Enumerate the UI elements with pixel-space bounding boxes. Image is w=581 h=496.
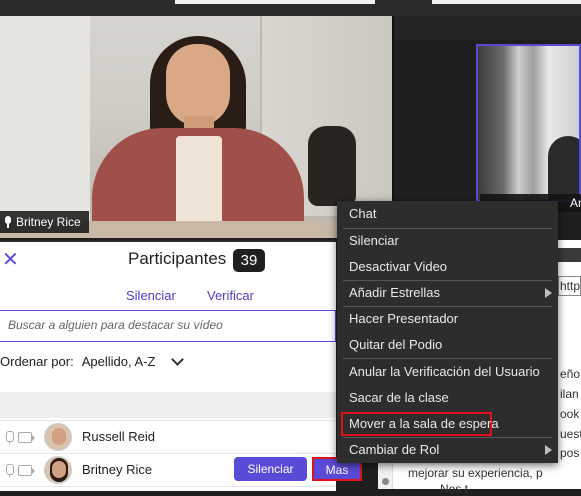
- document-text-line: Nos t: [440, 482, 469, 496]
- participant-count-badge: 39: [233, 249, 265, 272]
- menu-item-chat[interactable]: Chat: [337, 201, 558, 227]
- mute-all-link[interactable]: Silenciar: [126, 288, 176, 303]
- menu-item-remove-from-podium[interactable]: Quitar del Podio: [337, 332, 558, 358]
- camera-icon: [18, 465, 35, 476]
- document-text-line: eño: [560, 367, 581, 381]
- list-item[interactable]: Russell Reid: [0, 420, 336, 452]
- menu-item-add-stars[interactable]: Añadir Estrellas: [337, 280, 558, 306]
- participant-context-menu: Chat Silenciar Desactivar Video Añadir E…: [337, 201, 558, 463]
- camera-icon: [18, 432, 35, 443]
- speaker-top: [176, 136, 222, 226]
- submenu-arrow-icon: [545, 288, 552, 298]
- close-icon[interactable]: ✕: [2, 250, 19, 270]
- menu-item-change-role[interactable]: Cambiar de Rol: [337, 437, 558, 463]
- document-text-line: pos: [560, 446, 580, 460]
- microphone-icon: [6, 431, 14, 444]
- participants-panel: ✕ Participantes 39 Silenciar Verificar O…: [0, 240, 362, 491]
- list-item[interactable]: Britney Rice Silenciar Mas: [0, 453, 362, 485]
- side-video-tile[interactable]: [476, 44, 581, 202]
- top-bar-segment: [175, 0, 375, 4]
- search-box[interactable]: [0, 310, 336, 342]
- document-scrollbar[interactable]: [378, 463, 393, 489]
- document-text-line: uest: [560, 427, 581, 441]
- avatar: [44, 456, 72, 484]
- menu-item-mute[interactable]: Silenciar: [337, 228, 558, 254]
- menu-item-remove-from-class[interactable]: Sacar de la clase: [337, 385, 558, 411]
- verify-link[interactable]: Verificar: [207, 288, 254, 303]
- main-video-tile[interactable]: [0, 16, 394, 238]
- list-header-band: [0, 392, 336, 418]
- row-status-icons: [6, 464, 38, 477]
- menu-item-disable-video[interactable]: Desactivar Video: [337, 254, 558, 280]
- sort-label: Ordenar por:: [0, 354, 74, 369]
- chevron-down-icon[interactable]: [171, 353, 185, 366]
- menu-item-label: Añadir Estrellas: [349, 285, 441, 300]
- row-status-icons: [6, 431, 38, 444]
- panel-title: Participantes: [128, 249, 227, 268]
- document-text-line: ilan: [560, 387, 579, 401]
- avatar-face: [52, 428, 66, 445]
- sort-value[interactable]: Apellido, A-Z: [82, 354, 156, 369]
- participant-name: Russell Reid: [82, 429, 155, 444]
- microphone-icon: [4, 216, 12, 228]
- search-input[interactable]: [8, 318, 328, 332]
- avatar-face: [52, 461, 66, 478]
- speaker-face: [166, 44, 230, 126]
- sort-row[interactable]: Ordenar por: Apellido, A-Z: [0, 353, 185, 369]
- menu-item-label: Cambiar de Rol: [349, 442, 440, 457]
- menu-item-make-presenter[interactable]: Hacer Presentador: [337, 306, 558, 332]
- menu-item-revoke-verification[interactable]: Anular la Verificación del Usuario: [337, 359, 558, 385]
- participant-name: Britney Rice: [82, 462, 153, 477]
- side-video-person: [548, 136, 579, 200]
- document-url-fragment: http: [560, 279, 581, 293]
- background-wall: [0, 16, 90, 238]
- document-text-line: ook: [560, 407, 580, 421]
- avatar: [44, 423, 72, 451]
- mute-participant-button[interactable]: Silenciar: [234, 457, 307, 481]
- side-video-participant-name: An: [570, 196, 581, 210]
- menu-item-move-to-waiting-room[interactable]: Mover a la sala de espera: [337, 411, 558, 437]
- document-text-line: mejorar su experiencia, p: [408, 466, 543, 480]
- video-participant-name: Britney Rice: [16, 215, 81, 229]
- document-toolbar: [558, 248, 581, 262]
- right-header-area: [394, 16, 581, 40]
- microphone-icon: [6, 464, 14, 477]
- background-backpack: [308, 126, 356, 206]
- top-bar-segment: [432, 0, 581, 4]
- scrollbar-thumb[interactable]: [382, 478, 389, 485]
- submenu-arrow-icon: [545, 445, 552, 455]
- video-name-tag: Britney Rice: [0, 211, 89, 233]
